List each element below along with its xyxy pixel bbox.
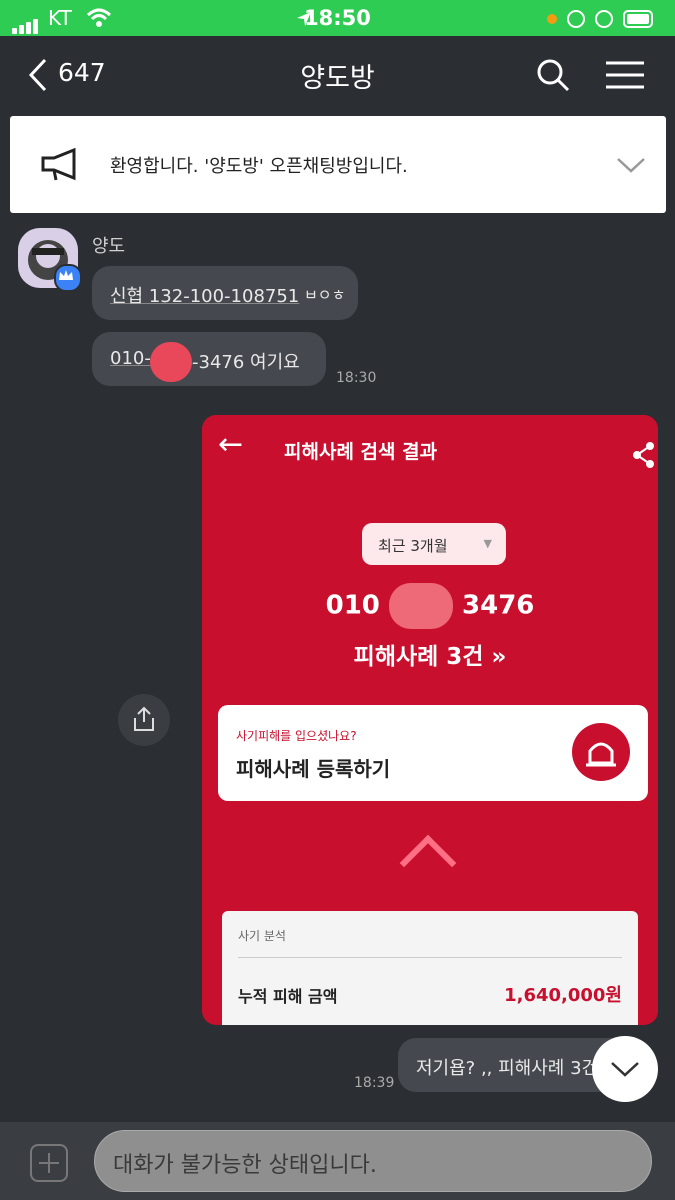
card-question: 사기피해를 입으셨나요? (236, 729, 357, 743)
photo-title: 피해사례 검색 결과 (284, 441, 438, 463)
chat-header: 647 양도방 (0, 36, 675, 112)
my-message-text: 저기욥? ,, 피해사례 3건 (416, 1058, 599, 1079)
photo-cases: 피해사례 3건 » (202, 637, 658, 671)
chevron-up-icon (399, 834, 457, 892)
my-message-time: 18:39 (354, 1075, 395, 1091)
notice-banner[interactable]: 환영합니다. '양도방' 오픈채팅방입니다. (10, 116, 666, 213)
photo-phone-suffix: 3476 (462, 590, 535, 621)
photo-back-arrow-icon: ← (218, 427, 244, 462)
double-chevron-icon: » (491, 644, 507, 670)
photo-phone-prefix: 010 (325, 590, 380, 621)
plus-button[interactable] (30, 1144, 68, 1182)
period-dropdown: 최근 3개월 ▼ (362, 523, 506, 565)
sender-name: 양도 (92, 236, 126, 257)
photo-report-card: 사기피해를 입으셨나요? 피해사례 등록하기 (218, 705, 648, 801)
period-label: 최근 3개월 (378, 537, 448, 555)
crown-icon (59, 270, 73, 280)
chevron-down-icon[interactable] (616, 156, 646, 174)
photo-panel: 사기 분석 누적 피해 금액 1,640,000원 (222, 911, 638, 1025)
status-icons (547, 10, 653, 28)
share-icon (633, 442, 654, 468)
panel-label: 누적 피해 금액 (238, 987, 338, 1006)
panel-sub: 사기 분석 (238, 929, 286, 943)
chat-title: 양도방 (300, 63, 375, 94)
status-bar: KT 18:50 (0, 0, 675, 36)
message-input[interactable]: 대화가 불가능한 상태입니다. (94, 1130, 652, 1192)
account-link[interactable]: 신협 132-100-108751 (110, 282, 299, 308)
dropdown-caret-icon: ▼ (483, 537, 492, 550)
siren-icon (572, 723, 630, 781)
redaction-mark (150, 342, 192, 382)
share-button[interactable] (118, 694, 170, 746)
message-bubble[interactable]: 신협 132-100-108751 ㅂㅇㅎ (92, 266, 358, 320)
phone-suffix: -3476 여기요 (192, 352, 300, 373)
photo-cases-text: 피해사례 3건 (353, 644, 484, 670)
panel-value: 1,640,000원 (504, 985, 622, 1006)
message-text: ㅂㅇㅎ (304, 286, 346, 304)
redaction-mark (388, 583, 453, 629)
shared-photo[interactable]: ← 피해사례 검색 결과 최근 3개월 ▼ 010 3476 피해사례 3건 »… (202, 415, 658, 1025)
phone-prefix[interactable]: 010- (110, 348, 151, 369)
host-crown-badge (54, 264, 82, 292)
photo-phone: 010 3476 (202, 583, 658, 629)
message-time: 18:30 (336, 370, 377, 386)
divider (238, 957, 622, 958)
message-bubble[interactable]: 010- -3476 여기요 (92, 332, 326, 386)
chevron-down-icon (611, 1062, 639, 1077)
input-bar: 대화가 불가능한 상태입니다. (0, 1122, 675, 1200)
plus-icon (39, 1153, 59, 1173)
megaphone-icon (41, 148, 76, 181)
card-action: 피해사례 등록하기 (236, 757, 391, 781)
menu-icon[interactable] (606, 60, 644, 90)
search-icon[interactable] (536, 58, 570, 92)
upload-icon (134, 706, 154, 731)
scroll-down-button[interactable] (592, 1036, 658, 1102)
location-icon (297, 12, 311, 26)
notice-text: 환영합니다. '양도방' 오픈채팅방입니다. (110, 156, 408, 177)
